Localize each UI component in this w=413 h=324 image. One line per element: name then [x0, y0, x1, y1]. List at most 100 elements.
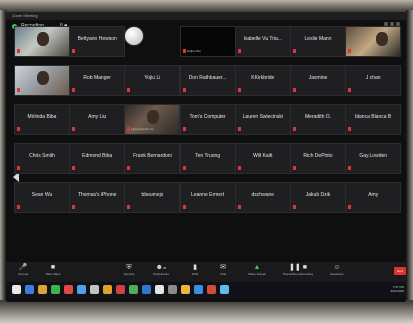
participant-video-person — [37, 32, 49, 46]
taskbar-app-icon[interactable] — [155, 285, 164, 294]
participant-tile[interactable]: Amy — [345, 182, 402, 213]
taskbar-app-icon[interactable] — [129, 285, 138, 294]
participant-tile[interactable]: Isabelle Vu Tria... — [234, 26, 291, 57]
taskbar-app-icon[interactable] — [51, 285, 60, 294]
participant-tile[interactable]: Leslie Mann — [290, 26, 346, 57]
security-button[interactable]: ⛨ Security — [116, 264, 142, 276]
participant-tile[interactable]: Thomas's iPhone — [69, 182, 126, 213]
taskbar-app-icon[interactable] — [38, 285, 47, 294]
taskbar-app-icon[interactable] — [142, 285, 151, 294]
people-icon: ☻35 — [155, 264, 167, 271]
share-screen-button[interactable]: ▲ Share Screen — [244, 264, 270, 276]
participant-tile[interactable]: Hong Ronnie Xu — [124, 104, 181, 135]
participant-tile[interactable] — [345, 26, 402, 57]
mic-muted-icon — [182, 127, 186, 131]
mic-muted-icon — [72, 166, 76, 170]
taskbar-app-icon[interactable] — [181, 285, 190, 294]
taskbar-app-icon[interactable] — [25, 285, 34, 294]
taskbar-app-icon[interactable] — [168, 285, 177, 294]
participant-tile[interactable]: Mirlinda Biba — [14, 104, 70, 135]
participant-tile[interactable]: Bettyann Hewson — [69, 26, 126, 57]
end-meeting-button[interactable]: End — [394, 267, 406, 275]
taskbar-app-icon[interactable] — [90, 285, 99, 294]
participants-label: Participants — [153, 272, 169, 276]
participant-tile[interactable]: Rich DePinto — [290, 143, 346, 174]
chat-label: Chat — [219, 272, 227, 276]
mic-muted-icon — [72, 127, 76, 131]
mic-muted-icon — [127, 166, 131, 170]
start-video-button[interactable]: ■ Start Video — [40, 264, 66, 276]
taskbar-app-icon[interactable] — [220, 285, 229, 294]
participant-name: Jasmine — [308, 75, 328, 81]
participant-tile[interactable]: Chris Smith — [14, 143, 70, 174]
mic-muted-icon — [237, 205, 241, 209]
polls-button[interactable]: ▮ Polls — [182, 264, 208, 276]
participant-tile[interactable]: Yojiu Li — [124, 65, 181, 96]
participant-tile[interactable]: Lauren Swiecinski — [234, 104, 291, 135]
share-screen-icon: ▲ — [253, 264, 261, 271]
participant-tile[interactable]: Edmond Biba — [69, 143, 126, 174]
security-label: Security — [123, 272, 135, 276]
taskbar-app-icon[interactable] — [64, 285, 73, 294]
participant-tile[interactable]: iPhone (Coben) — [124, 26, 145, 46]
participant-tile[interactable] — [14, 26, 70, 57]
participant-tile[interactable]: Tom's Computer — [179, 104, 236, 135]
mic-muted-icon — [182, 88, 186, 92]
taskbar-app-icon[interactable] — [77, 285, 86, 294]
participant-label: Hong Ronnie Xu — [131, 127, 154, 131]
participant-tile[interactable]: Jakub Dzik — [290, 182, 346, 213]
participant-video-person — [37, 71, 49, 85]
photo-background-bottom — [0, 300, 413, 324]
unmute-button[interactable]: 🎤 Unmute — [10, 264, 36, 276]
taskbar-app-icon[interactable] — [103, 285, 112, 294]
participant-tile[interactable]: Ten Truong — [179, 143, 236, 174]
participant-tile[interactable]: Meradith O. — [290, 104, 346, 135]
participant-name: Don Rathbauer... — [188, 75, 227, 81]
participant-name: Leslie Mann — [304, 36, 332, 42]
window-titlebar: Zoom Meeting — [6, 12, 406, 26]
taskbar-app-icon[interactable] — [194, 285, 203, 294]
participant-gallery: Bettyann Hewson iPhone (Coben) Tedjun Wu Is… — [14, 26, 406, 270]
participant-name: Chris Smith — [29, 153, 55, 159]
participant-tile[interactable]: Frank Bernardoni — [124, 143, 181, 174]
meeting-toolbar: 🎤 Unmute ■ Start Video ⛨ Security ☻35 Pa… — [6, 262, 406, 282]
mic-muted-icon — [127, 205, 131, 209]
participant-tile[interactable]: Don Rathbauer... — [179, 65, 236, 96]
chat-button[interactable]: ✉ Chat — [210, 264, 236, 276]
participant-name: Thomas's iPhone — [77, 192, 117, 198]
participant-name: Gay.Lowden — [359, 153, 388, 159]
participant-tile[interactable]: bbeumejs — [124, 182, 181, 213]
participant-tile[interactable]: blanca Blanca B — [345, 104, 402, 135]
participant-video-thumbnail — [143, 30, 144, 46]
taskbar-app-icon[interactable] — [207, 285, 216, 294]
mic-muted-icon — [348, 88, 352, 92]
participant-tile[interactable]: Amy Liu — [69, 104, 126, 135]
participant-tile[interactable]: Rob Manger — [69, 65, 126, 96]
reactions-button[interactable]: ☺ Reactions — [324, 264, 350, 276]
mic-muted-icon — [127, 88, 131, 92]
participant-name: Rob Manger — [83, 75, 111, 81]
participant-tile[interactable]: KKirkbride — [234, 65, 291, 96]
participant-tile[interactable]: Jasmine — [290, 65, 346, 96]
pause-stop-recording-button[interactable]: ❚❚ ■ Pause/Stop Recording — [278, 264, 318, 276]
participant-tile[interactable]: Will Kaitt — [234, 143, 291, 174]
mic-muted-icon — [348, 127, 352, 131]
mic-off-icon: 🎤 — [18, 264, 28, 271]
participant-tile[interactable]: dschwane — [234, 182, 291, 213]
participant-tile[interactable]: J chan — [345, 65, 402, 96]
mic-muted-icon — [293, 127, 296, 131]
mic-muted-icon — [293, 205, 296, 209]
participant-tile[interactable]: Tedjun Wu — [179, 26, 236, 57]
mic-muted-icon — [17, 88, 20, 92]
participant-tile[interactable]: Leanne Ermert — [179, 182, 236, 213]
mic-muted-icon — [237, 88, 241, 92]
participant-tile[interactable]: Gay.Lowden — [345, 143, 402, 174]
participant-tile[interactable]: Sean Wu — [14, 182, 70, 213]
participant-label: Tedjun Wu — [186, 49, 201, 53]
mic-muted-icon — [293, 88, 296, 92]
participant-tile[interactable] — [14, 65, 70, 96]
taskbar-app-icon[interactable] — [116, 285, 125, 294]
participants-button[interactable]: ☻35 Participants — [148, 264, 174, 276]
mic-muted-icon — [17, 49, 20, 53]
start-button-icon[interactable] — [12, 285, 21, 294]
